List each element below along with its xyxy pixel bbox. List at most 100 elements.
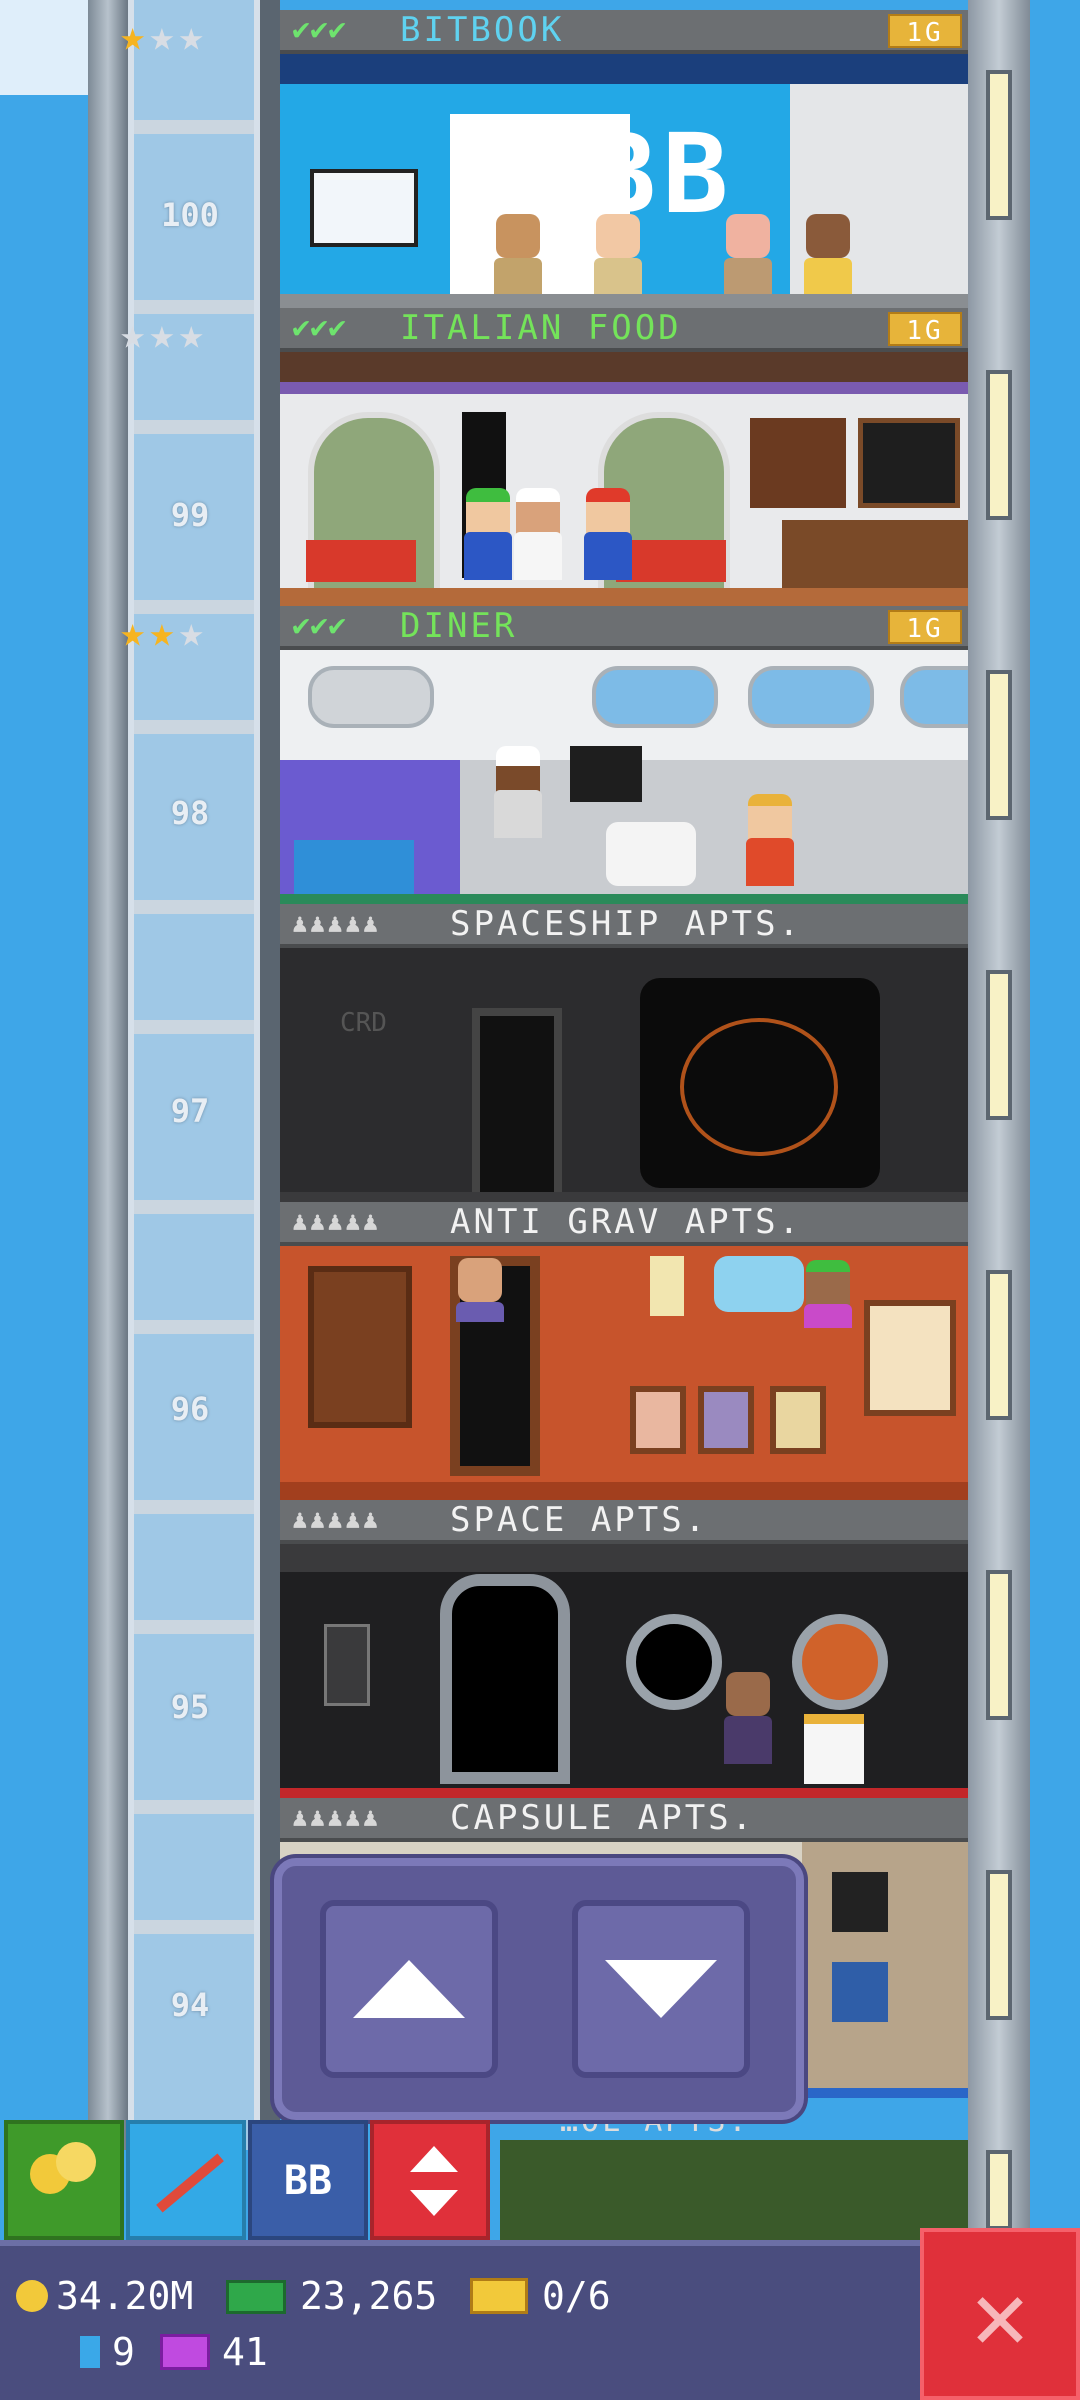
monitor-icon (310, 169, 418, 247)
bitizen[interactable] (580, 488, 636, 580)
elevator-down-button[interactable] (572, 1900, 750, 2078)
floor-italian-food[interactable]: ✔✔✔ ITALIAN FOOD 1G (280, 308, 968, 608)
window (864, 1300, 956, 1416)
diner-room[interactable] (280, 650, 968, 906)
bitbook-label: BB (283, 2158, 333, 2204)
residents-icons: ♟♟♟♟♟ (292, 1803, 381, 1833)
floor-spaceship-apts[interactable]: ♟♟♟♟♟ SPACESHIP APTS. CRD (280, 904, 968, 1204)
constellation-icon (680, 1018, 838, 1156)
floating-bitizen[interactable] (800, 1260, 856, 1352)
floor-header: ♟♟♟♟♟ CAPSULE APTS. (280, 1798, 968, 1842)
floor-number: 95 (170, 1688, 210, 1726)
capsule-pod (832, 1962, 888, 2022)
residents-icons: ♟♟♟♟♟ (292, 1505, 381, 1535)
bitizen[interactable] (490, 214, 546, 306)
bitbook-button[interactable]: BB (248, 2120, 368, 2240)
next-floor-room[interactable] (500, 2140, 968, 2240)
floor-100-rating-stars: ★★★ (120, 11, 208, 60)
menu-board-icon (858, 418, 960, 508)
floor-name: SPACE APTS. (450, 1500, 709, 1540)
pickaxe-button[interactable] (126, 2120, 246, 2240)
porthole-space-icon (626, 1614, 722, 1710)
wall-portrait (630, 1386, 686, 1454)
floor-level-badge: 1G (888, 610, 962, 644)
floor-header: ✔✔✔ ITALIAN FOOD 1G (280, 308, 968, 352)
bitizen[interactable] (742, 794, 798, 886)
elevator-arrows-icon (410, 2190, 458, 2216)
wall-portrait (698, 1386, 754, 1454)
elevator-up-button[interactable] (320, 1900, 498, 2078)
bitizen[interactable] (590, 214, 646, 306)
polar-bear-icon[interactable] (606, 822, 696, 886)
chef[interactable] (510, 488, 566, 580)
porthole-window (308, 666, 434, 728)
bookshelf (308, 1266, 412, 1428)
spaceship-apts-room[interactable]: CRD (280, 948, 968, 1204)
counter (782, 520, 968, 590)
menu-board-icon (570, 746, 642, 802)
lamp-icon (650, 1256, 684, 1316)
porthole-window (748, 666, 874, 728)
wall-portrait (770, 1386, 826, 1454)
floor-number: 99 (170, 496, 210, 534)
floor-diner[interactable]: ✔✔✔ DINER 1G (280, 606, 968, 906)
floating-bitizen[interactable] (452, 1258, 508, 1350)
elevator-button[interactable] (370, 2120, 490, 2240)
crd-wall-sign: CRD (340, 1008, 387, 1038)
porthole-window (592, 666, 718, 728)
bitbook-room[interactable]: BB (280, 54, 968, 310)
residents-icons: ♟♟♟♟♟ (292, 1207, 381, 1237)
space-apts-room[interactable] (280, 1544, 968, 1800)
close-button[interactable]: ✕ (920, 2228, 1080, 2400)
wall-panel-icon (324, 1624, 370, 1706)
italian-food-room[interactable] (280, 352, 968, 608)
floor-99-rating-stars: ★★★ (120, 309, 208, 358)
pickaxe-icon (156, 2153, 224, 2213)
elevator-arrows-icon (410, 2146, 458, 2172)
airlock-door (440, 1574, 570, 1784)
bux-icon (226, 2280, 286, 2314)
tower-right-wall (968, 0, 1030, 2250)
coin-icon (16, 2280, 48, 2312)
coins-count: 34.20M (56, 2274, 194, 2318)
floor-name: CAPSULE APTS. (450, 1798, 756, 1838)
chef[interactable] (490, 746, 546, 838)
bitizen[interactable] (720, 214, 776, 306)
floor-header: ♟♟♟♟♟ SPACE APTS. (280, 1500, 968, 1544)
bux-count: 23,265 (300, 2274, 438, 2318)
vip-count: 41 (222, 2330, 268, 2374)
table-checkered (306, 540, 416, 582)
floor-name: BITBOOK (400, 10, 565, 50)
coins-button[interactable] (4, 2120, 124, 2240)
floor-name: SPACESHIP APTS. (450, 904, 803, 944)
anti-grav-apts-room[interactable] (280, 1246, 968, 1502)
floor-bitbook[interactable]: ✔✔✔ BITBOOK 1G BB (280, 10, 968, 310)
bitizen[interactable] (720, 1672, 776, 1764)
booth-seat (294, 840, 414, 896)
floor-98-rating-stars: ★★★ (120, 607, 208, 656)
floor-number: 98 (170, 794, 210, 832)
bitizen[interactable] (460, 488, 516, 580)
stock-checks: ✔✔✔ (292, 608, 347, 643)
porthole-window (900, 666, 968, 728)
coins-icon (56, 2142, 96, 2182)
floor-header: ♟♟♟♟♟ ANTI GRAV APTS. (280, 1202, 968, 1246)
close-icon: ✕ (971, 2259, 1029, 2371)
down-arrow-icon (605, 1960, 717, 2018)
elevator-control-panel (274, 1858, 804, 2120)
ticket-icon (470, 2278, 528, 2314)
floor-name: ANTI GRAV APTS. (450, 1202, 803, 1242)
floor-anti-grav-apts[interactable]: ♟♟♟♟♟ ANTI GRAV APTS. (280, 1202, 968, 1502)
floor-header: ✔✔✔ BITBOOK 1G (280, 10, 968, 54)
doorway (472, 1008, 562, 1204)
floating-teapot-icon (714, 1256, 804, 1312)
bitizens-count: 9 (112, 2330, 135, 2374)
floor-number: 96 (170, 1390, 210, 1428)
bitizen[interactable] (800, 214, 856, 306)
gift-box-icon[interactable] (804, 1714, 864, 1784)
wine-rack (750, 418, 846, 508)
floor-level-badge: 1G (888, 14, 962, 48)
up-arrow-icon (353, 1960, 465, 2018)
floor-space-apts[interactable]: ♟♟♟♟♟ SPACE APTS. (280, 1500, 968, 1800)
porthole-mars-icon (792, 1614, 888, 1710)
